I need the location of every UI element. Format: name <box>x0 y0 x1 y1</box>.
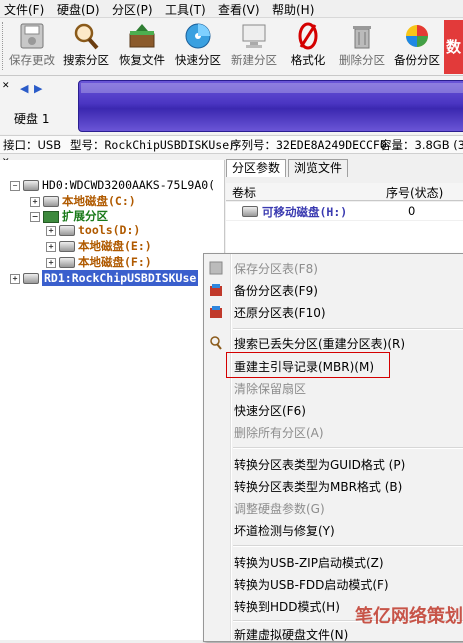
col-label[interactable]: 卷标 <box>232 184 256 201</box>
interface-info: 接口：USB <box>3 138 62 152</box>
collapse-icon[interactable]: − <box>10 180 20 191</box>
menu-usb-fdd[interactable]: 转换为USB-FDD启动模式(F) <box>234 576 389 593</box>
hdd-icon <box>23 180 39 191</box>
tree-node-local-e[interactable]: + 本地磁盘(E:) <box>46 238 152 254</box>
menu-restore-table[interactable]: 还原分区表(F10) <box>234 304 326 321</box>
watermark: 笔亿网络策划 <box>355 606 463 627</box>
tree-node-extended[interactable]: − 扩展分区 <box>30 208 108 224</box>
trash-icon <box>346 22 378 50</box>
menu-help[interactable]: 帮助(H) <box>272 1 314 18</box>
restore-box-icon <box>126 22 158 50</box>
menu-save-table[interactable]: 保存分区表(F8) <box>234 260 318 277</box>
save-table-icon <box>209 261 223 275</box>
menu-to-guid[interactable]: 转换分区表类型为GUID格式 (P) <box>234 456 405 473</box>
restore-table-icon <box>209 305 223 319</box>
disk-cd-icon <box>182 22 214 50</box>
search-partition-button[interactable]: 搜索分区 <box>58 22 114 68</box>
partition-name: 可移动磁盘(H:) <box>262 205 348 219</box>
format-button[interactable]: 格式化 <box>280 22 336 68</box>
backup-table-icon <box>209 283 223 297</box>
partition-index: 0 <box>408 204 416 218</box>
usb-disk-icon <box>23 273 39 284</box>
disk-partition-bar[interactable] <box>78 80 463 132</box>
context-menu: 保存分区表(F8) 备份分区表(F9) 还原分区表(F10) 搜索已丢失分区(重… <box>203 253 463 642</box>
expand-icon[interactable]: + <box>30 196 40 207</box>
backup-pie-icon <box>401 22 433 50</box>
quick-partition-button[interactable]: 快速分区 <box>170 22 226 68</box>
menu-file[interactable]: 文件(F) <box>4 1 44 18</box>
save-changes-button[interactable]: 保存更改 <box>4 22 60 68</box>
menu-bar: 文件(F) 硬盘(D) 分区(P) 工具(T) 查看(V) 帮助(H) <box>0 0 463 18</box>
menu-disk[interactable]: 硬盘(D) <box>57 1 100 18</box>
menu-clear-reserved[interactable]: 清除保留扇区 <box>234 380 306 397</box>
backup-partition-button[interactable]: 备份分区 <box>389 22 445 68</box>
menu-partition[interactable]: 分区(P) <box>112 1 153 18</box>
partition-icon <box>43 196 59 207</box>
close-panel-icon[interactable]: ✕ <box>2 81 10 91</box>
menu-to-mbr[interactable]: 转换分区表类型为MBR格式 (B) <box>234 478 402 495</box>
tab-browse-files[interactable]: 浏览文件 <box>288 159 349 177</box>
disk-info-bar: 接口：USB 型号：RockChipUSBDISKUser 序列号：32EDE8… <box>0 135 463 154</box>
search-lost-icon <box>209 336 223 350</box>
monitor-icon <box>238 22 270 50</box>
menu-backup-table[interactable]: 备份分区表(F9) <box>234 282 318 299</box>
magnifier-icon <box>70 22 102 50</box>
partition-grid-header: 卷标 序号(状态) <box>226 183 463 201</box>
partition-icon <box>59 257 75 268</box>
format-no-icon <box>292 22 324 50</box>
expand-icon[interactable]: + <box>46 257 56 268</box>
tree-node-hd0[interactable]: − HD0:WDCWD3200AAKS-75L9A0( <box>10 178 215 192</box>
expand-icon[interactable]: + <box>46 241 56 252</box>
menu-search-lost[interactable]: 搜索已丢失分区(重建分区表)(R) <box>234 335 405 352</box>
menu-tools[interactable]: 工具(T) <box>165 1 206 18</box>
partition-row[interactable]: 可移动磁盘(H:) 0 <box>226 202 463 220</box>
tree-node-local-c[interactable]: + 本地磁盘(C:) <box>30 193 136 209</box>
serial-info: 序列号：32EDE8A249DECCF0 <box>230 138 387 152</box>
new-partition-button[interactable]: 新建分区 <box>226 22 282 68</box>
tab-partition-params[interactable]: 分区参数 <box>226 159 287 177</box>
disk-label: 硬盘 1 <box>14 112 50 126</box>
partition-icon <box>59 241 75 252</box>
collapse-icon[interactable]: − <box>30 211 40 222</box>
menu-view[interactable]: 查看(V) <box>218 1 260 18</box>
tree-node-local-f[interactable]: + 本地磁盘(F:) <box>46 254 152 270</box>
menu-adjust-params[interactable]: 调整硬盘参数(G) <box>234 500 325 517</box>
menu-to-hdd[interactable]: 转换到HDD模式(H) <box>234 598 340 615</box>
tree-node-tools-d[interactable]: + tools(D:) <box>46 223 140 237</box>
expand-icon[interactable]: + <box>46 225 56 236</box>
save-icon <box>16 22 48 50</box>
capacity-info: 容量：3.8GB (386 <box>380 138 463 152</box>
partition-icon <box>59 225 75 236</box>
delete-partition-button[interactable]: 删除分区 <box>334 22 390 68</box>
nav-forward-icon[interactable]: ▶ <box>34 82 42 95</box>
col-index[interactable]: 序号(状态) <box>386 184 443 201</box>
tree-node-rd1[interactable]: + RD1:RockChipUSBDISKUse <box>10 270 199 286</box>
extended-partition-icon <box>43 210 59 223</box>
menu-usb-zip[interactable]: 转换为USB-ZIP启动模式(Z) <box>234 554 384 571</box>
highlight-box <box>226 352 390 378</box>
menu-quick-partition[interactable]: 快速分区(F6) <box>234 402 306 419</box>
menu-bad-track[interactable]: 坏道检测与修复(Y) <box>234 522 335 539</box>
brand-logo: 数 <box>444 20 463 74</box>
menu-delete-all[interactable]: 删除所有分区(A) <box>234 424 324 441</box>
nav-back-icon[interactable]: ◀ <box>20 82 28 95</box>
expand-icon[interactable]: + <box>10 273 20 284</box>
restore-files-button[interactable]: 恢复文件 <box>114 22 170 68</box>
model-info: 型号：RockChipUSBDISKUser <box>70 138 237 152</box>
menu-new-vdisk[interactable]: 新建虚拟硬盘文件(N) <box>234 626 348 643</box>
